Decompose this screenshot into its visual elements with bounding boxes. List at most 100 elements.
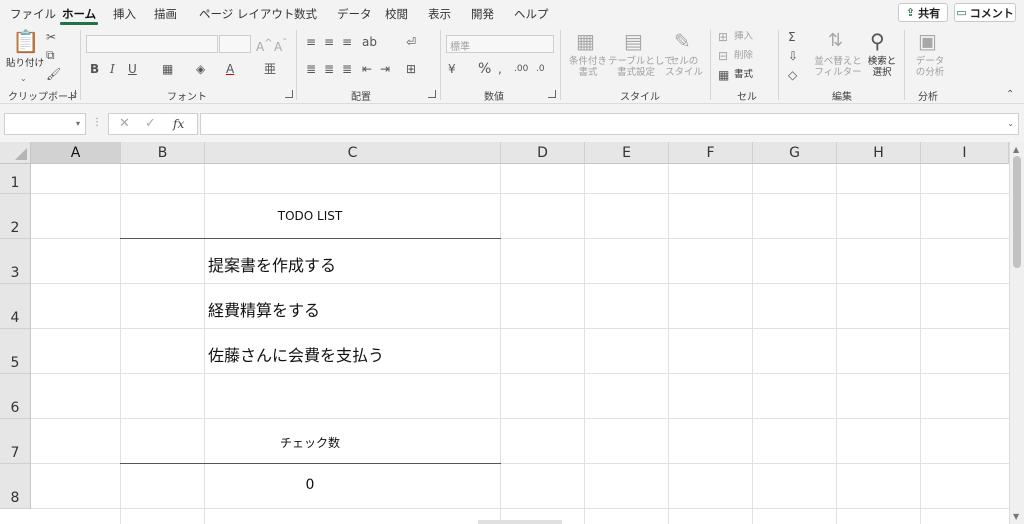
column-header-g[interactable]: G xyxy=(753,142,837,164)
column-header-e[interactable]: E xyxy=(585,142,669,164)
borders-icon[interactable]: ▦ xyxy=(162,62,173,76)
currency-icon[interactable]: ¥ xyxy=(448,62,456,76)
decrease-decimal-icon[interactable]: .0 xyxy=(536,62,545,76)
cell-c5[interactable]: 佐藤さんに会費を支払う xyxy=(208,342,384,366)
decrease-indent-icon[interactable]: ⇤ xyxy=(362,62,372,76)
increase-decimal-icon[interactable]: .00 xyxy=(514,62,528,76)
percent-button[interactable]: % xyxy=(478,62,491,76)
column-header-h[interactable]: H xyxy=(837,142,921,164)
formula-input[interactable]: ⌄ xyxy=(200,113,1019,135)
tab-page-layout[interactable]: ページ レイアウト xyxy=(199,6,294,22)
scroll-up-icon[interactable]: ▲ xyxy=(1013,145,1019,154)
clear-icon[interactable]: ◇ xyxy=(788,68,797,82)
format-cells-button[interactable]: 書式 xyxy=(734,69,753,80)
comment-button[interactable]: ▭ コメント xyxy=(954,3,1016,22)
align-center-icon[interactable]: ≣ xyxy=(324,62,334,76)
copy-icon[interactable]: ⧉ xyxy=(46,48,55,62)
insert-function-button[interactable]: fx xyxy=(173,117,184,131)
format-cells-icon[interactable]: ▦ xyxy=(718,68,729,82)
chevron-down-icon[interactable]: ▾ xyxy=(76,119,80,128)
horizontal-scrollbar[interactable] xyxy=(478,520,562,524)
row-header-6[interactable]: 6 xyxy=(0,374,31,419)
bold-button[interactable]: B xyxy=(90,62,99,76)
italic-button[interactable]: I xyxy=(110,62,115,76)
autosum-icon[interactable]: Σ xyxy=(788,30,796,44)
increase-indent-icon[interactable]: ⇥ xyxy=(380,62,390,76)
delete-cells-icon[interactable]: ⊟ xyxy=(718,49,728,63)
decrease-font-icon[interactable]: Aˇ xyxy=(274,37,287,54)
paste-button[interactable]: 貼り付け xyxy=(6,58,44,69)
tab-home[interactable]: ホーム xyxy=(59,6,99,25)
align-bottom-icon[interactable]: ≡ xyxy=(342,35,352,49)
column-header-b[interactable]: B xyxy=(121,142,205,164)
align-middle-icon[interactable]: ≡ xyxy=(324,35,334,49)
vertical-scrollbar[interactable]: ▲ ▼ xyxy=(1009,142,1024,524)
font-color-icon[interactable]: A xyxy=(226,62,234,76)
delete-cells-button[interactable]: 削除 xyxy=(734,50,753,61)
row-header-4[interactable]: 4 xyxy=(0,284,31,329)
tab-view[interactable]: 表示 xyxy=(428,6,451,22)
row-header-2[interactable]: 2 xyxy=(0,194,31,239)
cell-styles-icon[interactable]: ✎ xyxy=(674,30,691,52)
cell-styles-button[interactable]: セルの スタイル xyxy=(662,56,706,78)
chevron-down-icon[interactable]: ⌄ xyxy=(20,70,27,86)
fill-icon[interactable]: ⇩ xyxy=(788,49,798,63)
row-header-8[interactable]: 8 xyxy=(0,464,31,509)
orientation-icon[interactable]: ab xyxy=(362,35,377,49)
tab-insert[interactable]: 挿入 xyxy=(113,6,136,22)
collapse-ribbon-icon[interactable]: ⌃ xyxy=(1006,88,1014,102)
cell-c2[interactable]: TODO LIST xyxy=(205,209,415,223)
column-header-f[interactable]: F xyxy=(669,142,753,164)
row-header-7[interactable]: 7 xyxy=(0,419,31,464)
cancel-icon[interactable]: ✕ xyxy=(119,117,130,131)
more-options-icon[interactable]: ⋮ xyxy=(92,116,102,130)
format-painter-icon[interactable]: 🖌 xyxy=(46,67,61,81)
select-all-button[interactable] xyxy=(0,142,31,164)
find-select-button[interactable]: 検索と 選択 xyxy=(862,56,902,78)
tab-developer[interactable]: 開発 xyxy=(471,6,494,22)
wrap-text-icon[interactable]: ⏎ xyxy=(406,35,416,49)
scroll-thumb[interactable] xyxy=(1013,156,1021,268)
scroll-down-icon[interactable]: ▼ xyxy=(1013,512,1019,521)
clipboard-launcher-icon[interactable] xyxy=(68,90,76,98)
cell-c4[interactable]: 経費精算をする xyxy=(208,297,320,321)
tab-draw[interactable]: 描画 xyxy=(154,6,177,22)
column-header-a[interactable]: A xyxy=(31,142,121,164)
tab-formulas[interactable]: 数式 xyxy=(294,6,317,22)
conditional-formatting-icon[interactable]: ▦ xyxy=(576,30,595,52)
font-name-select[interactable] xyxy=(86,35,218,53)
merge-center-icon[interactable]: ⊞ xyxy=(406,62,416,76)
format-as-table-button[interactable]: テーブルとして 書式設定 xyxy=(608,56,674,78)
analyze-data-icon[interactable]: ▣ xyxy=(918,30,937,52)
increase-font-icon[interactable]: A^ xyxy=(256,37,273,54)
sort-filter-icon[interactable]: ⇅ xyxy=(828,30,843,52)
sort-filter-button[interactable]: 並べ替えと フィルター xyxy=(814,56,862,78)
tab-help[interactable]: ヘルプ xyxy=(514,6,549,22)
cell-c7[interactable]: チェック数 xyxy=(205,434,415,451)
tab-data[interactable]: データ xyxy=(337,6,372,22)
phonetic-icon[interactable]: 亜 xyxy=(264,62,276,76)
enter-icon[interactable]: ✓ xyxy=(145,117,156,131)
find-select-icon[interactable]: ⚲ xyxy=(870,30,885,52)
tab-file[interactable]: ファイル xyxy=(10,6,56,22)
expand-formula-icon[interactable]: ⌄ xyxy=(1007,119,1014,128)
align-left-icon[interactable]: ≣ xyxy=(306,62,316,76)
paste-icon[interactable]: 📋 xyxy=(12,30,39,56)
name-box[interactable]: ▾ xyxy=(4,113,86,135)
share-button[interactable]: ⇪ 共有 xyxy=(898,3,948,22)
insert-cells-button[interactable]: 挿入 xyxy=(734,31,753,42)
row-header-5[interactable]: 5 xyxy=(0,329,31,374)
align-right-icon[interactable]: ≣ xyxy=(342,62,352,76)
align-top-icon[interactable]: ≡ xyxy=(306,35,316,49)
underline-button[interactable]: U xyxy=(128,62,137,76)
cell-c8[interactable]: 0 xyxy=(205,477,415,493)
format-as-table-icon[interactable]: ▤ xyxy=(624,30,643,52)
tab-review[interactable]: 校閲 xyxy=(385,6,408,22)
font-launcher-icon[interactable] xyxy=(285,90,293,98)
column-header-i[interactable]: I xyxy=(921,142,1009,164)
row-header-3[interactable]: 3 xyxy=(0,239,31,284)
fill-color-icon[interactable]: ◈ xyxy=(196,62,205,76)
row-header-1[interactable]: 1 xyxy=(0,164,31,194)
analyze-data-button[interactable]: データ の分析 xyxy=(910,56,950,78)
alignment-launcher-icon[interactable] xyxy=(428,90,436,98)
